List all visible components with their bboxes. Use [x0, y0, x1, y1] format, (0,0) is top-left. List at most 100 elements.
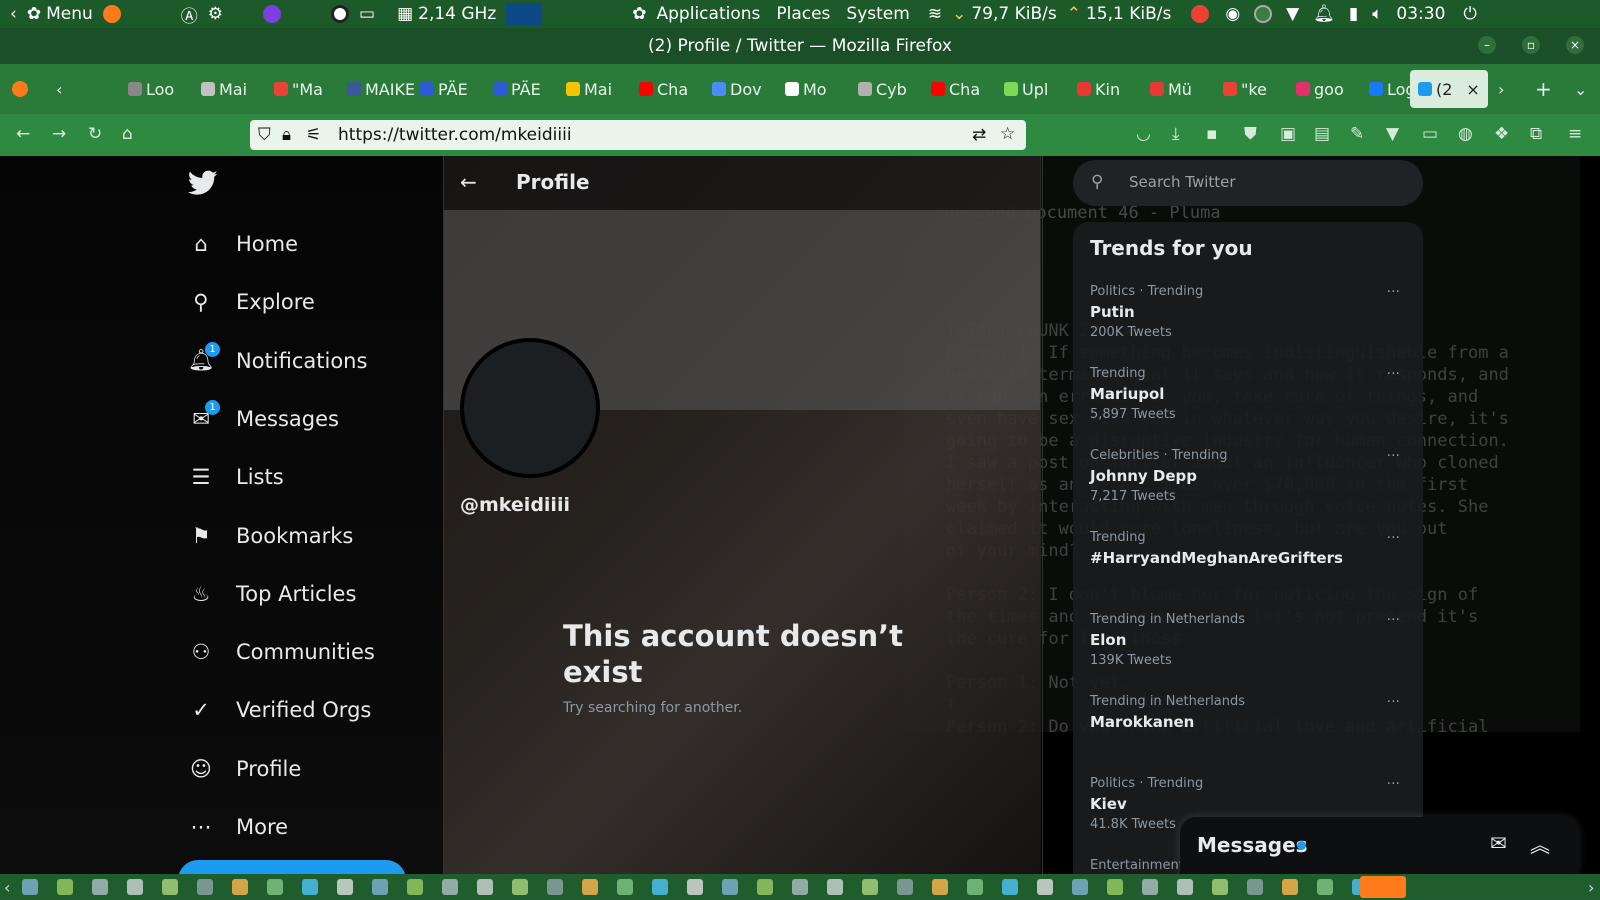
tracking-shield-icon[interactable]: ⛉ [258, 125, 271, 145]
tab-scroll-right-icon[interactable]: › [1498, 76, 1504, 102]
clock[interactable]: 03:30 [1396, 4, 1445, 24]
more-options-icon[interactable]: ··· [1387, 284, 1400, 300]
close-window-button[interactable]: × [1566, 36, 1584, 54]
maximize-button[interactable]: ▫ [1522, 36, 1540, 54]
close-tab-icon[interactable]: × [1466, 80, 1479, 99]
opera-icon[interactable] [331, 5, 349, 23]
taskbar-window-icon[interactable] [127, 879, 143, 895]
sidebar-item-more[interactable]: ⋯ More [188, 807, 289, 847]
tab[interactable]: Mai [566, 76, 612, 102]
address-bar[interactable]: ⛉ 🔒︎ ⚟ https://twitter.com/mkeidiiii ⇄ ☆ [250, 120, 1026, 150]
font-icon[interactable]: Ⓐ [181, 2, 198, 27]
messages-drawer[interactable]: Messages ✉ ︽ [1180, 817, 1578, 874]
globe-tray-icon[interactable] [1254, 5, 1273, 23]
sidebar-item-notifications[interactable]: 🔔︎ 1 Notifications [188, 341, 367, 381]
sidebar-item-home[interactable]: ⌂ Home [188, 224, 298, 264]
tab[interactable]: Cha [639, 76, 688, 102]
trend-item[interactable]: Politics · Trending Putin 200K Tweets ··· [1090, 284, 1410, 340]
panel-arrow-left[interactable]: ‹ [10, 4, 17, 24]
tab[interactable]: Dov [712, 76, 762, 102]
tab-scroll-left-icon[interactable]: ‹ [56, 76, 62, 102]
taskbar-window-icon[interactable] [827, 879, 843, 895]
expand-chevron-up-icon[interactable]: ︽ [1530, 829, 1550, 858]
taskbar-window-icon[interactable] [862, 879, 878, 895]
new-tab-plus-icon[interactable]: + [1535, 76, 1552, 102]
sidebar-item-communities[interactable]: ⚇ Communities [188, 632, 375, 672]
extension-blue-icon[interactable]: ▣ [1280, 124, 1296, 144]
tab[interactable]: Upl [1004, 76, 1048, 102]
back-arrow-icon[interactable]: ← [460, 170, 477, 194]
taskbar-window-icon[interactable] [1212, 879, 1228, 895]
minimize-button[interactable]: – [1478, 36, 1496, 54]
extension-red-icon[interactable]: ▪ [1206, 124, 1218, 144]
taskbar-window-icon[interactable] [302, 879, 318, 895]
taskbar-window-icon[interactable] [512, 879, 528, 895]
tab-list-chevron-down-icon[interactable]: ⌄ [1574, 76, 1587, 102]
hamburger-menu-icon[interactable]: ≡ [1568, 124, 1582, 144]
taskbar-window-icon[interactable] [477, 879, 493, 895]
taskbar-window-icon[interactable] [372, 879, 388, 895]
taskbar-window-icon[interactable] [1282, 879, 1298, 895]
url-text[interactable]: https://twitter.com/mkeidiiii [338, 125, 572, 145]
power-icon[interactable]: ⏻ [1463, 4, 1476, 24]
tab[interactable]: goo [1296, 76, 1344, 102]
taskbar-window-icon[interactable] [22, 879, 38, 895]
tab[interactable]: Mo [785, 76, 827, 102]
taskbar-window-icon[interactable] [1142, 879, 1158, 895]
taskbar-window-icon[interactable] [652, 879, 668, 895]
link-extension-icon[interactable]: ✎ [1350, 124, 1364, 144]
tab[interactable]: Cha [931, 76, 980, 102]
volume-icon[interactable]: 🔈︎ [1372, 4, 1382, 24]
taskbar-window-icon[interactable] [897, 879, 913, 895]
filter-extension-icon[interactable]: ▼ [1386, 124, 1399, 144]
taskbar-window-icon[interactable] [1107, 879, 1123, 895]
taskbar-window-icon[interactable] [337, 879, 353, 895]
taskbar-window-icon[interactable] [1037, 879, 1053, 895]
trend-item[interactable]: Trending Mariupol 5,897 Tweets ··· [1090, 366, 1410, 422]
sidebar-item-messages[interactable]: ✉ 1 Messages [188, 399, 339, 439]
taskbar-window-icon[interactable] [932, 879, 948, 895]
sidebar-item-verified-orgs[interactable]: ✓ Verified Orgs [188, 690, 371, 730]
tab[interactable]: Kin [1077, 76, 1120, 102]
downloads-icon[interactable]: ⤓ [1172, 124, 1180, 144]
sidebar-item-explore[interactable]: ⚲ Explore [188, 282, 315, 322]
firefox-launcher-icon[interactable] [102, 5, 121, 23]
chrome-tray-icon[interactable] [1191, 5, 1210, 23]
more-options-icon[interactable]: ··· [1387, 694, 1400, 710]
wifi-tray-icon[interactable]: ▼ [1286, 4, 1299, 24]
taskbar-scroll-left-icon[interactable]: ‹ [4, 878, 10, 897]
tab[interactable]: PÄE [420, 76, 468, 102]
notification-bell-icon[interactable]: 🔔︎ [1313, 4, 1335, 24]
taskbar-window-icon[interactable] [92, 879, 108, 895]
more-options-icon[interactable]: ··· [1387, 448, 1400, 464]
applications-menu[interactable]: Applications [657, 4, 761, 24]
pocket-icon[interactable]: ◡ [1136, 124, 1151, 144]
twitter-bird-logo-icon[interactable] [188, 170, 218, 196]
taskbar-window-icon[interactable] [442, 879, 458, 895]
back-arrow-icon[interactable]: ← [16, 124, 30, 144]
taskbar-window-icon[interactable] [617, 879, 633, 895]
taskbar-window-icon[interactable] [547, 879, 563, 895]
permissions-icon[interactable]: ⚟ [306, 125, 321, 145]
new-message-icon[interactable]: ✉ [1490, 831, 1507, 855]
lock-icon[interactable]: 🔒︎ [282, 125, 291, 145]
extensions-icon[interactable]: ⧉ [1530, 124, 1542, 144]
taskbar-window-icon[interactable] [232, 879, 248, 895]
more-options-icon[interactable]: ··· [1387, 530, 1400, 546]
taskbar-window-icon[interactable] [57, 879, 73, 895]
forward-arrow-icon[interactable]: → [52, 124, 66, 144]
taskbar-window-icon[interactable] [1072, 879, 1088, 895]
taskbar-window-icon[interactable] [792, 879, 808, 895]
tab[interactable]: Mai [201, 76, 247, 102]
taskbar-firefox-active-icon[interactable] [1360, 876, 1406, 898]
tab[interactable]: (2 × [1410, 70, 1488, 108]
tor-icon[interactable] [263, 5, 281, 23]
trend-item[interactable]: Celebrities · Trending Johnny Depp 7,217 T… [1090, 448, 1410, 504]
shield-tray-icon[interactable]: ◉ [1225, 4, 1240, 24]
mint-menu-button[interactable]: ✿ Menu [27, 4, 93, 24]
taskbar-window-icon[interactable] [967, 879, 983, 895]
ublock-icon[interactable]: ⛊ [1244, 124, 1257, 144]
taskbar-window-icon[interactable] [267, 879, 283, 895]
search-input[interactable]: ⚲ Search Twitter [1073, 160, 1423, 206]
terminal-icon[interactable]: ▭ [359, 4, 375, 24]
